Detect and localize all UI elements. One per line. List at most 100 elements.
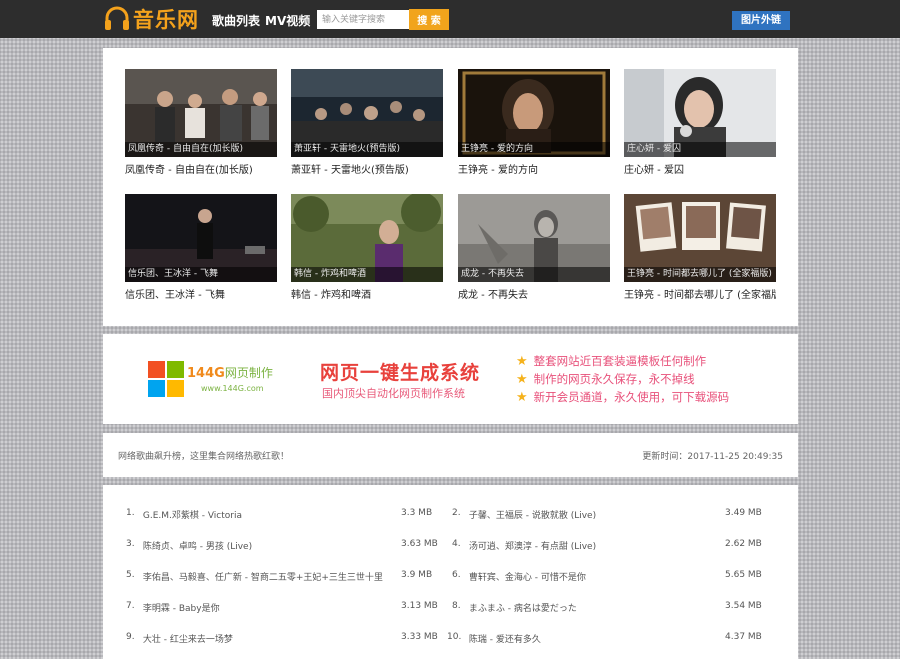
song-name[interactable]: 李佑昌、马毅喜、任广新 - 智商二五零+王妃+三生三世十里... — [143, 570, 383, 583]
top-header: 音乐网 歌曲列表 MV视频 搜 索 图片外链 — [0, 0, 900, 38]
list-item[interactable]: 7. 李明霖 - Baby是你 — [126, 601, 220, 614]
mv-card[interactable]: 萧亚轩 - 天雷地火(预告版) 萧亚轩 - 天雷地火(预告版) — [291, 69, 443, 176]
nav-mv-video[interactable]: MV视频 — [265, 12, 310, 29]
chart-info-bar: 网络歌曲飙升榜，这里集合网络热歌红歌！ 更新时间：2017-11-25 20:4… — [103, 433, 798, 477]
ad-subtitle: 国内顶尖自动化网页制作系统 — [322, 387, 465, 400]
song-index: 4. — [452, 539, 461, 549]
mv-thumbnail[interactable]: 萧亚轩 - 天雷地火(预告版) — [291, 69, 443, 157]
list-item[interactable]: 1. G.E.M.邓紫棋 - Victoria — [126, 508, 242, 521]
mv-card[interactable]: 韩信 - 炸鸡和啤酒 韩信 - 炸鸡和啤酒 — [291, 194, 443, 301]
star-icon: ★ — [516, 371, 528, 387]
song-size: 4.37 MB — [725, 632, 762, 642]
mv-overlay-title: 韩信 - 炸鸡和啤酒 — [291, 267, 443, 282]
list-item[interactable]: 8. まふまふ - 病名は愛だった — [452, 601, 577, 614]
mv-overlay-title: 凤凰传奇 - 自由自在(加长版) — [125, 142, 277, 157]
mv-title[interactable]: 王铮亮 - 时间都去哪儿了 (全家福版) — [624, 286, 776, 301]
mv-title[interactable]: 成龙 - 不再失去 — [458, 286, 610, 301]
song-name[interactable]: 汤可逍、郑澳淳 - 有点甜 (Live) — [469, 539, 596, 552]
song-name[interactable]: 陈绮贞、卓鸣 - 男孩 (Live) — [143, 539, 252, 552]
song-index: 6. — [452, 570, 461, 580]
mv-card[interactable]: 庄心妍 - 爱囚 庄心妍 - 爱囚 — [624, 69, 776, 176]
ad-feature: ★ 整套网站近百套装逼模板任何制作 — [516, 353, 706, 369]
mv-card[interactable]: 王铮亮 - 爱的方向 王铮亮 - 爱的方向 — [458, 69, 610, 176]
ad-brand-name: 网页制作 — [224, 366, 273, 380]
list-item[interactable]: 5. 李佑昌、马毅喜、任广新 - 智商二五零+王妃+三生三世十里... — [126, 570, 383, 583]
mv-card[interactable]: 凤凰传奇 - 自由自在(加长版) 凤凰传奇 - 自由自在(加长版) — [125, 69, 277, 176]
mv-title[interactable]: 庄心妍 - 爱囚 — [624, 161, 776, 176]
mv-card[interactable]: 成龙 - 不再失去 成龙 - 不再失去 — [458, 194, 610, 301]
mv-thumbnail[interactable]: 信乐团、王冰洋 - 飞舞 — [125, 194, 277, 282]
mv-card[interactable]: 王铮亮 - 时间都去哪儿了 (全家福版) 王铮亮 - 时间都去哪儿了 (全家福版… — [624, 194, 776, 301]
song-name[interactable]: 曹轩宾、金海心 - 可惜不是你 — [469, 570, 586, 583]
song-size: 3.63 MB — [401, 539, 438, 549]
song-index: 5. — [126, 570, 135, 580]
ad-feature-text: 制作的网页永久保存，永不掉线 — [533, 372, 695, 386]
site-logo[interactable]: 音乐网 — [104, 3, 199, 35]
song-name[interactable]: 大壮 - 红尘来去一场梦 — [143, 632, 233, 645]
update-time: 更新时间：2017-11-25 20:49:35 — [642, 452, 783, 462]
headphones-icon — [105, 6, 129, 30]
ad-feature: ★ 制作的网页永久保存，永不掉线 — [516, 371, 695, 387]
mv-overlay-title: 成龙 - 不再失去 — [458, 267, 610, 282]
song-name[interactable]: 子馨、王福辰 - 说散就散 (Live) — [469, 508, 596, 521]
song-size: 3.13 MB — [401, 601, 438, 611]
ad-feature-text: 整套网站近百套装逼模板任何制作 — [533, 354, 707, 368]
mv-title[interactable]: 凤凰传奇 - 自由自在(加长版) — [125, 161, 277, 176]
song-size: 3.33 MB — [401, 632, 438, 642]
mv-thumbnail[interactable]: 王铮亮 - 爱的方向 — [458, 69, 610, 157]
chart-description: 网络歌曲飙升榜，这里集合网络热歌红歌！ — [118, 452, 290, 462]
list-item[interactable]: 4. 汤可逍、郑澳淳 - 有点甜 (Live) — [452, 539, 596, 552]
mv-overlay-title: 王铮亮 - 爱的方向 — [458, 142, 610, 157]
mv-title[interactable]: 韩信 - 炸鸡和啤酒 — [291, 286, 443, 301]
star-icon: ★ — [516, 389, 528, 405]
ad-brand: 144G网页制作 — [187, 364, 273, 381]
song-name[interactable]: 陈瑞 - 爱还有多久 — [469, 632, 541, 645]
mv-thumbnail[interactable]: 凤凰传奇 - 自由自在(加长版) — [125, 69, 277, 157]
search-button[interactable]: 搜 索 — [409, 9, 449, 30]
mv-thumbnail[interactable]: 韩信 - 炸鸡和啤酒 — [291, 194, 443, 282]
mv-title[interactable]: 萧亚轩 - 天雷地火(预告版) — [291, 161, 443, 176]
nav-song-list[interactable]: 歌曲列表 — [212, 12, 260, 29]
mv-title[interactable]: 信乐团、王冰洋 - 飞舞 — [125, 286, 277, 301]
ad-brand-number: 144G — [187, 366, 225, 381]
ad-feature: ★ 新开会员通道，永久使用，可下载源码 — [516, 389, 729, 405]
windows-logo-icon — [148, 361, 184, 397]
mv-overlay-title: 信乐团、王冰洋 - 飞舞 — [125, 267, 277, 282]
list-item[interactable]: 9. 大壮 - 红尘来去一场梦 — [126, 632, 233, 645]
image-external-link-button[interactable]: 图片外链 — [732, 11, 790, 30]
mv-overlay-title: 萧亚轩 - 天雷地火(预告版) — [291, 142, 443, 157]
song-name[interactable]: まふまふ - 病名は愛だった — [469, 601, 577, 614]
song-index: 10. — [447, 632, 462, 642]
mv-thumbnail[interactable]: 庄心妍 - 爱囚 — [624, 69, 776, 157]
song-index: 3. — [126, 539, 135, 549]
ad-title: 网页一键生成系统 — [320, 362, 481, 384]
mv-card[interactable]: 信乐团、王冰洋 - 飞舞 信乐团、王冰洋 - 飞舞 — [125, 194, 277, 301]
logo-text: 音乐网 — [133, 8, 199, 32]
list-item[interactable]: 6. 曹轩宾、金海心 - 可惜不是你 — [452, 570, 586, 583]
mv-overlay-title: 王铮亮 - 时间都去哪儿了 (全家福版) — [624, 267, 776, 282]
song-size: 2.62 MB — [725, 539, 762, 549]
song-name[interactable]: 李明霖 - Baby是你 — [143, 601, 220, 614]
song-size: 3.9 MB — [401, 570, 433, 580]
list-item[interactable]: 2. 子馨、王福辰 - 说散就散 (Live) — [452, 508, 596, 521]
ad-banner[interactable]: 144G网页制作 www.144G.com 网页一键生成系统 国内顶尖自动化网页… — [103, 334, 798, 424]
song-size: 3.3 MB — [401, 508, 433, 518]
list-item[interactable]: 3. 陈绮贞、卓鸣 - 男孩 (Live) — [126, 539, 252, 552]
mv-title[interactable]: 王铮亮 - 爱的方向 — [458, 161, 610, 176]
song-size: 5.65 MB — [725, 570, 762, 580]
song-index: 1. — [126, 508, 135, 518]
mv-panel: 凤凰传奇 - 自由自在(加长版) 凤凰传奇 - 自由自在(加长版) 萧亚轩 - … — [103, 48, 798, 326]
mv-thumbnail[interactable]: 王铮亮 - 时间都去哪儿了 (全家福版) — [624, 194, 776, 282]
mv-thumbnail[interactable]: 成龙 - 不再失去 — [458, 194, 610, 282]
song-size: 3.54 MB — [725, 601, 762, 611]
song-size: 3.49 MB — [725, 508, 762, 518]
song-index: 8. — [452, 601, 461, 611]
search-input[interactable] — [317, 10, 409, 29]
list-item[interactable]: 10. 陈瑞 - 爱还有多久 — [447, 632, 541, 645]
song-name[interactable]: G.E.M.邓紫棋 - Victoria — [143, 508, 242, 521]
mv-overlay-title: 庄心妍 - 爱囚 — [624, 142, 776, 157]
song-index: 7. — [126, 601, 135, 611]
ad-url: www.144G.com — [201, 384, 264, 393]
song-index: 9. — [126, 632, 135, 642]
ad-feature-text: 新开会员通道，永久使用，可下载源码 — [533, 390, 730, 404]
